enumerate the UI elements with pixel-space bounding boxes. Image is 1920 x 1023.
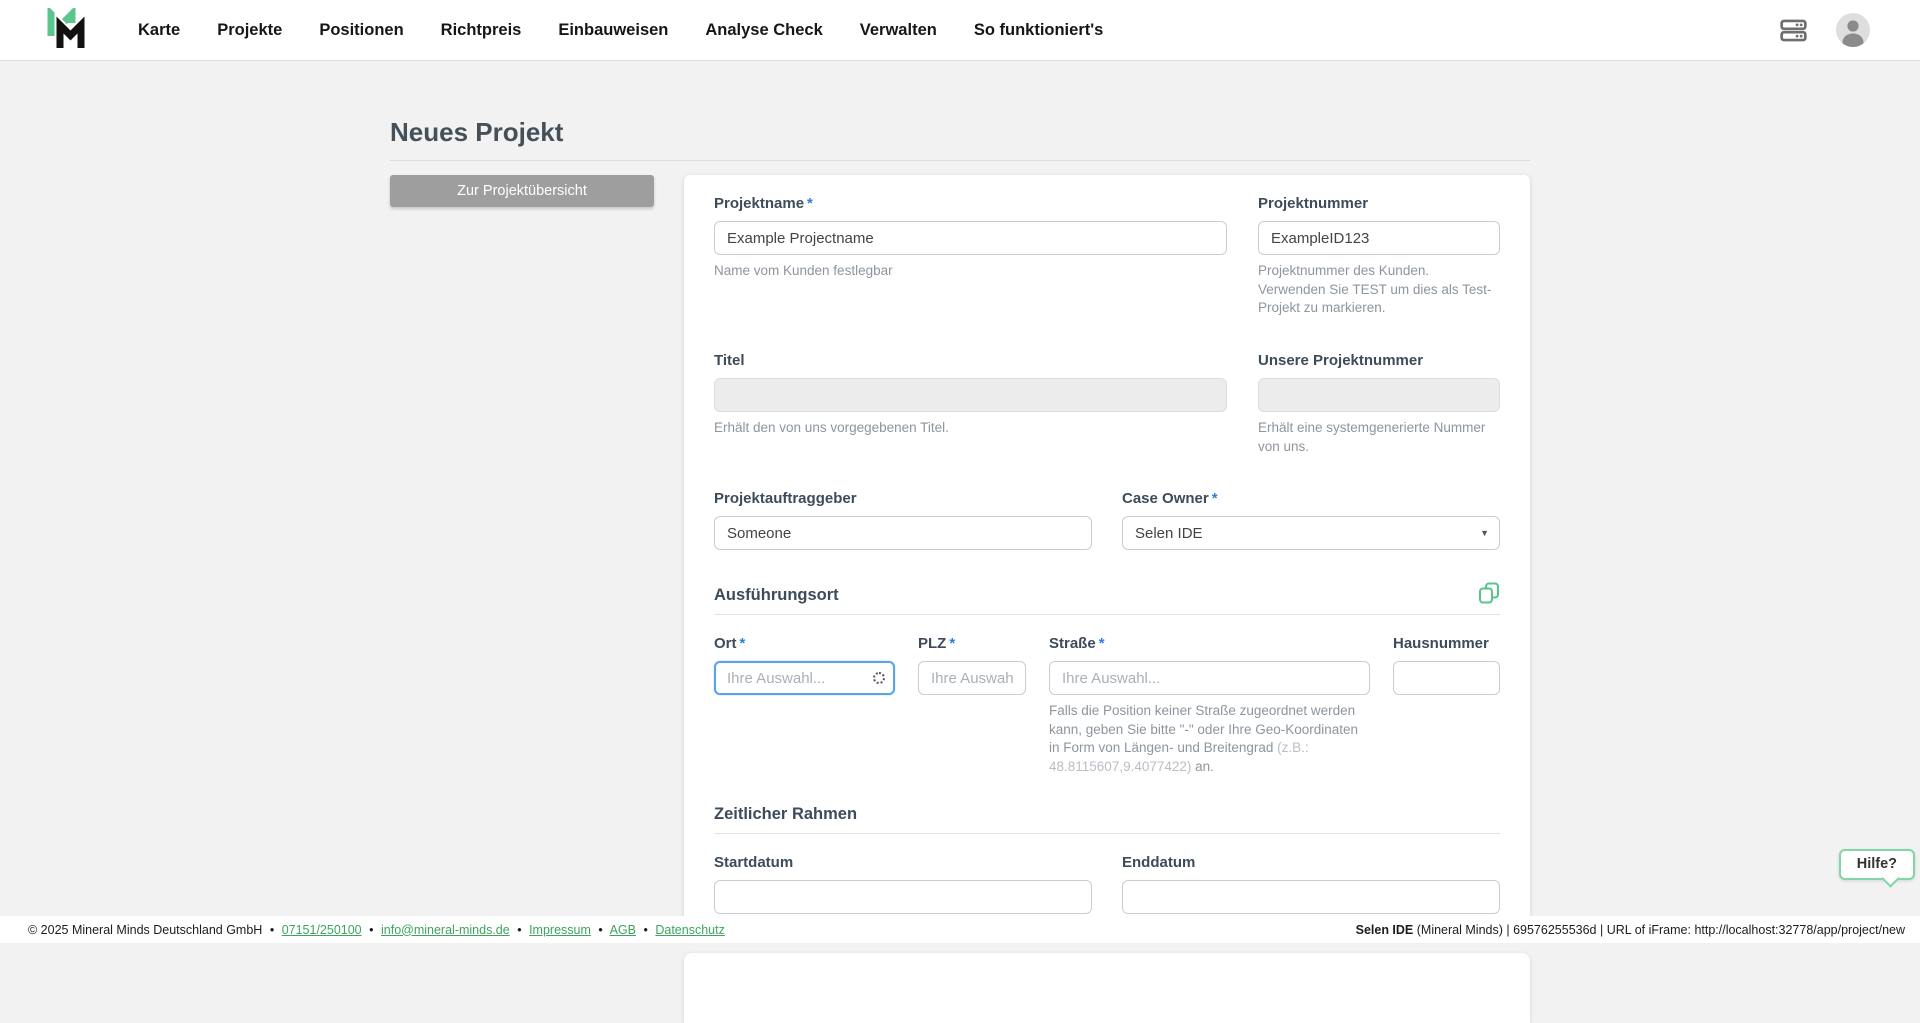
copyright-text: © 2025 Mineral Minds Deutschland GmbH [28,922,263,937]
field-startdatum: Startdatum [714,854,1092,914]
unsere-projektnummer-input [1258,377,1500,412]
title-divider [390,160,1530,161]
startdatum-input[interactable] [714,879,1092,914]
field-case-owner: Case Owner * Selen IDE ▼ [1122,490,1500,551]
strasse-input[interactable] [1049,661,1370,696]
nav-item-einbauweisen[interactable]: Einbauweisen [558,21,668,40]
field-titel: Titel Erhält den von uns vorgegebenen Ti… [714,352,1227,456]
app-footer: © 2025 Mineral Minds Deutschland GmbH • … [0,916,1920,943]
main-nav: Karte Projekte Positionen Richtpreis Ein… [138,21,1103,40]
main-content: Neues Projekt Zur Projektübersicht Proje… [390,61,1530,1023]
field-hausnummer: Hausnummer [1393,635,1500,777]
left-column: Zur Projektübersicht [390,175,654,207]
footer-email-link[interactable]: info@mineral-minds.de [381,923,510,937]
nav-item-verwalten[interactable]: Verwalten [860,21,937,40]
projektname-label: Projektname * [714,195,813,212]
case-owner-select[interactable]: Selen IDE ▼ [1122,516,1500,551]
startdatum-label: Startdatum [714,853,794,871]
mineral-minds-logo-icon [47,8,87,48]
enddatum-label: Enddatum [1122,853,1196,871]
required-asterisk: * [1098,635,1105,653]
projektname-input[interactable] [714,221,1227,255]
case-owner-label: Case Owner * [1122,490,1218,508]
ort-input[interactable] [714,661,895,696]
required-asterisk: * [807,195,813,212]
ausfuehrungsort-title: Ausführungsort [714,586,839,605]
zeitlicher-rahmen-title: Zeitlicher Rahmen [714,804,858,823]
required-asterisk: * [739,635,746,653]
required-asterisk: * [949,635,956,653]
projektauftraggeber-label: Projektauftraggeber [714,490,857,508]
page-title: Neues Projekt [390,117,564,147]
required-asterisk: * [1211,490,1218,508]
projektname-helper: Name vom Kunden festlegbar [714,263,893,278]
nav-item-so-funktionierts[interactable]: So funktioniert's [974,21,1104,40]
field-projektname: Projektname* Name vom Kunden festlegbar [714,195,1227,318]
field-strasse: Straße* Falls die Position keiner Straße… [1049,635,1370,777]
titel-label: Titel [714,351,745,369]
hausnummer-label: Hausnummer [1393,635,1489,653]
section-zeitlicher-rahmen: Zeitlicher Rahmen [714,805,1500,824]
nav-item-positionen[interactable]: Positionen [319,21,403,40]
back-to-project-overview-button[interactable]: Zur Projektübersicht [390,175,654,207]
footer-left: © 2025 Mineral Minds Deutschland GmbH • … [28,922,725,937]
section-ausfuehrungsort: Ausführungsort [714,582,1500,605]
unsere-projektnummer-label: Unsere Projektnummer [1258,351,1424,369]
footer-impressum-link[interactable]: Impressum [529,923,591,937]
enddatum-input[interactable] [1122,879,1500,914]
unsere-projektnummer-helper: Erhält eine systemgenerierte Nummer von … [1258,419,1486,454]
user-avatar-icon[interactable] [1835,12,1871,48]
field-plz: PLZ * [918,635,1026,777]
strasse-helper: Falls die Position keiner Straße zugeord… [1049,703,1359,774]
plz-label: PLZ * [918,635,956,653]
field-projektnummer: Projektnummer Projektnummer des Kunden. … [1258,195,1500,318]
footer-datenschutz-link[interactable]: Datenschutz [655,923,724,937]
field-unsere-projektnummer: Unsere Projektnummer Erhält eine systemg… [1258,352,1500,456]
copy-address-icon[interactable] [1478,582,1500,609]
footer-environment-info: Selen IDE (Mineral Minds) | 69576255536d… [1355,922,1905,937]
projektauftraggeber-input[interactable] [714,516,1092,551]
footer-env-user: Selen IDE [1355,922,1414,937]
projektnummer-input[interactable] [1258,221,1500,255]
nav-item-projekte[interactable]: Projekte [217,21,282,40]
nav-item-karte[interactable]: Karte [138,21,180,40]
nav-item-richtpreis[interactable]: Richtpreis [441,21,522,40]
titel-helper: Erhält den von uns vorgegebenen Titel. [714,419,949,435]
case-owner-selected-value: Selen IDE [1135,524,1203,542]
projektnummer-label: Projektnummer [1258,195,1369,212]
strasse-label: Straße * [1049,635,1105,653]
footer-phone-link[interactable]: 07151/250100 [282,923,362,937]
app-header: Karte Projekte Positionen Richtpreis Ein… [0,0,1920,61]
loading-spinner-icon [873,672,885,685]
ort-label: Ort * [714,635,746,653]
brand-logo[interactable] [44,8,88,52]
next-card-preview [684,952,1530,1023]
section-divider [714,614,1500,616]
header-right [1780,12,1871,48]
plz-input[interactable] [918,661,1026,696]
field-ort: Ort * [714,635,895,777]
footer-agb-link[interactable]: AGB [610,923,636,937]
server-rack-icon[interactable] [1780,17,1807,44]
new-project-form-card: Projektname* Name vom Kunden festlegbar … [684,175,1530,936]
help-button[interactable]: Hilfe? [1838,849,1915,880]
hausnummer-input[interactable] [1393,661,1500,696]
field-enddatum: Enddatum [1122,854,1500,914]
projektnummer-helper: Projektnummer des Kunden. Verwenden Sie … [1258,263,1492,316]
nav-item-analyse-check[interactable]: Analyse Check [705,21,822,40]
titel-input [714,377,1227,412]
chevron-down-icon: ▼ [1480,528,1489,539]
field-projektauftraggeber: Projektauftraggeber [714,490,1092,551]
section-divider [714,832,1500,834]
